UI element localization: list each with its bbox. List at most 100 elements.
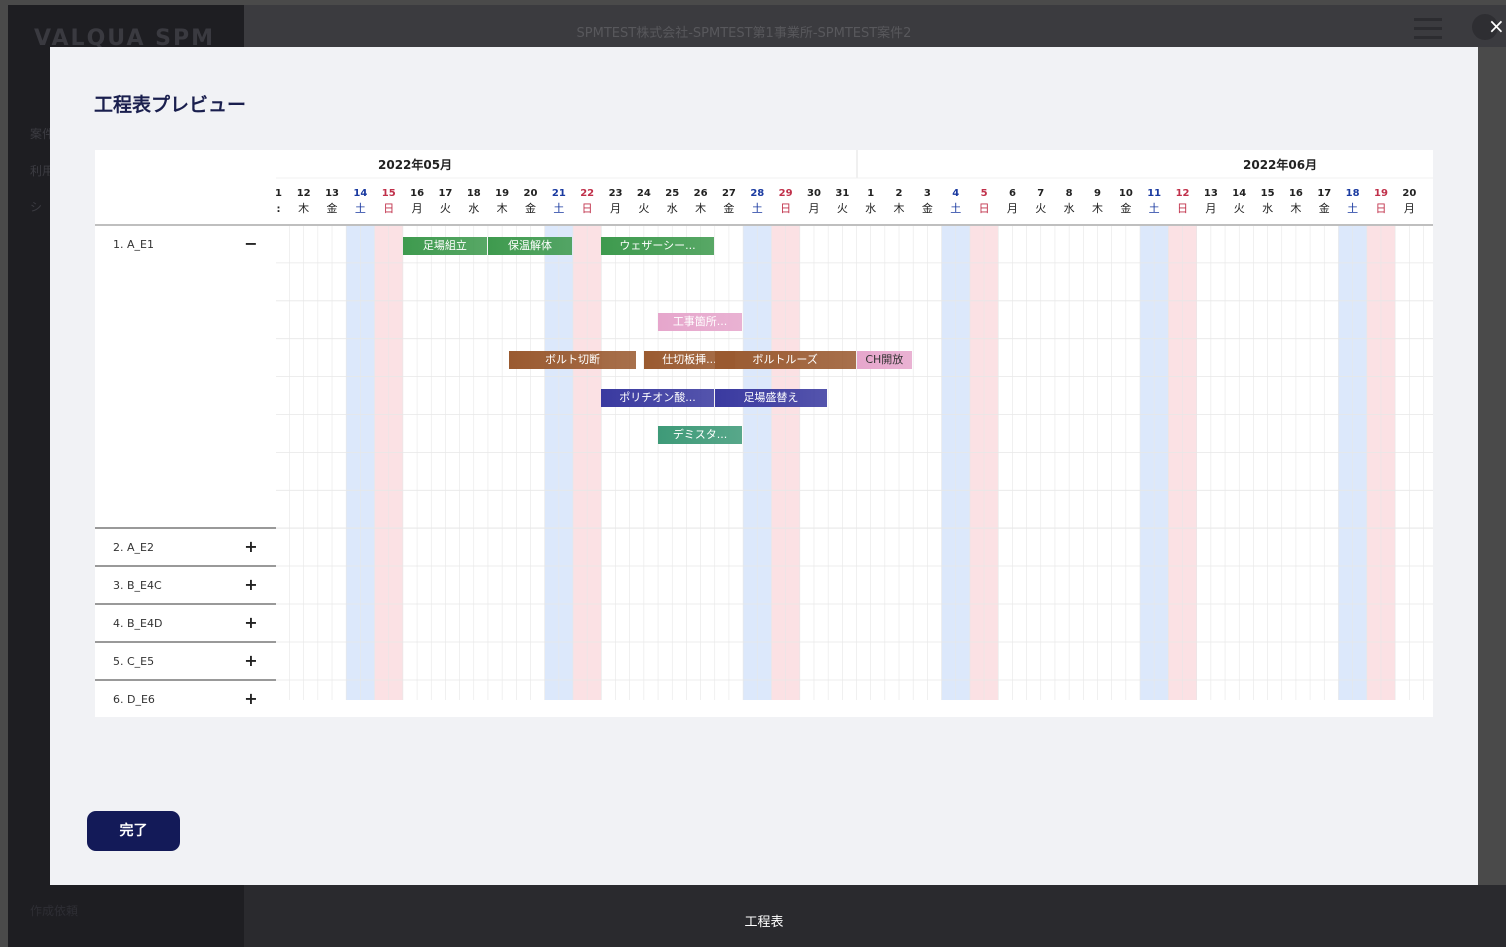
expand-toggle-icon[interactable]: + — [243, 613, 259, 632]
day-number: 30 — [807, 188, 821, 199]
weekday-label: 月 — [1007, 202, 1018, 215]
weekday-label: 金 — [1120, 201, 1131, 215]
day-number: 1 — [275, 188, 282, 199]
hamburger-menu-icon — [1414, 18, 1442, 40]
task-bar[interactable]: 保温解体 — [487, 236, 572, 255]
day-number: 20 — [524, 188, 538, 199]
weekday-label: 月 — [610, 202, 621, 215]
day-number: 7 — [1037, 188, 1044, 199]
task-bar[interactable]: 足場組立 — [402, 236, 487, 255]
day-number: 10 — [1119, 188, 1133, 199]
group-label: 1. A_E1 — [113, 238, 154, 251]
collapse-toggle-icon[interactable]: − — [243, 234, 259, 253]
weekday-label: : — [277, 204, 281, 215]
group-label: 5. C_E5 — [113, 655, 155, 668]
schedule-preview-modal: 工程表プレビュー 1:12 木 13 金 14 土 15 日 16 月 17 火 18 水 19 木 20 金 21… — [50, 47, 1478, 885]
header-title: SPMTEST株式会社-SPMTEST第1事業所-SPMTEST案件2 — [576, 26, 912, 41]
day-number: 11 — [1147, 188, 1161, 199]
weekday-label: 土 — [1149, 202, 1160, 215]
weekday-label: 月 — [1404, 202, 1415, 215]
weekday-label: 木 — [298, 202, 309, 215]
weekday-label: 木 — [894, 202, 905, 215]
task-bar[interactable]: ウェザーシー... — [601, 236, 714, 255]
day-number: 3 — [924, 188, 931, 199]
group-label: 4. B_E4D — [113, 617, 163, 630]
month-label: 2022年06月 — [1243, 158, 1318, 172]
day-number: 13 — [325, 188, 339, 199]
group-label: 2. A_E2 — [113, 541, 154, 554]
weekday-label: 金 — [525, 201, 536, 215]
close-icon[interactable]: × — [1488, 14, 1506, 38]
day-number: 16 — [1289, 188, 1303, 199]
day-number: 2 — [896, 188, 903, 199]
weekday-label: 火 — [837, 202, 848, 215]
day-number: 26 — [694, 188, 708, 199]
day-number: 15 — [1261, 188, 1275, 199]
done-button[interactable]: 完了 — [87, 811, 180, 851]
weekday-label: 土 — [950, 202, 961, 215]
day-number: 31 — [835, 188, 849, 199]
day-number: 14 — [1232, 188, 1246, 199]
day-number: 13 — [1204, 188, 1218, 199]
task-bar[interactable]: 工事箇所... — [658, 312, 743, 331]
day-number: 24 — [637, 188, 651, 199]
day-number: 9 — [1094, 188, 1101, 199]
day-number: 1 — [867, 188, 874, 199]
weekday-label: 金 — [1319, 201, 1330, 215]
weekday-label: 土 — [752, 202, 763, 215]
gantt-grid: 1:12木13金14土15日16月17火18水19木20金21土22日23月24… — [95, 150, 1433, 700]
day-number: 15 — [382, 188, 396, 199]
weekday-label: 日 — [780, 202, 791, 215]
task-bar[interactable]: ポリチオン酸... — [601, 388, 714, 407]
expand-toggle-icon[interactable]: + — [243, 689, 259, 708]
footer-tab-schedule[interactable]: 工程表 — [244, 911, 1284, 930]
weekday-label: 日 — [1177, 202, 1188, 215]
weekday-label: 月 — [1205, 202, 1216, 215]
day-number: 14 — [353, 188, 367, 199]
weekday-label: 土 — [553, 202, 564, 215]
weekday-label: 金 — [327, 201, 338, 215]
day-number: 23 — [609, 188, 623, 199]
day-number: 28 — [750, 188, 764, 199]
sidebar-item-3: シ — [30, 200, 43, 214]
expand-toggle-icon[interactable]: + — [243, 575, 259, 594]
weekday-label: 日 — [383, 202, 394, 215]
month-label: 2022年05月 — [378, 158, 453, 172]
weekday-label: 金 — [922, 201, 933, 215]
day-number: 5 — [981, 188, 988, 199]
weekday-label: 水 — [667, 202, 678, 215]
weekday-label: 火 — [638, 202, 649, 215]
day-number: 29 — [779, 188, 793, 199]
day-number: 4 — [952, 188, 959, 199]
weekday-label: 水 — [865, 202, 876, 215]
day-number: 17 — [1317, 188, 1331, 199]
sidebar-bottom-item: 作成依頼 — [30, 904, 79, 918]
weekday-label: 木 — [695, 202, 706, 215]
weekday-label: 火 — [1234, 202, 1245, 215]
group-label: 6. D_E6 — [113, 693, 155, 706]
expand-toggle-icon[interactable]: + — [243, 651, 259, 670]
day-number: 18 — [1346, 188, 1360, 199]
weekday-label: 金 — [723, 201, 734, 215]
weekday-label: 木 — [1092, 202, 1103, 215]
day-number: 27 — [722, 188, 736, 199]
task-bar[interactable]: 足場盛替え — [714, 388, 828, 407]
task-bar[interactable]: デミスタ... — [658, 426, 743, 445]
weekday-label: 土 — [1347, 202, 1358, 215]
day-number: 12 — [297, 188, 311, 199]
day-number: 25 — [665, 188, 679, 199]
weekday-label: 土 — [355, 202, 366, 215]
day-number: 6 — [1009, 188, 1016, 199]
task-bar[interactable]: ボルト切断 — [509, 350, 636, 369]
weekday-label: 水 — [1064, 202, 1075, 215]
day-number: 18 — [467, 188, 481, 199]
group-label: 3. B_E4C — [113, 579, 162, 592]
expand-toggle-icon[interactable]: + — [243, 537, 259, 556]
day-number: 22 — [580, 188, 594, 199]
day-number: 12 — [1176, 188, 1190, 199]
task-bar[interactable]: ボルトルーズ — [714, 350, 856, 369]
task-bar[interactable]: CH開放 — [856, 350, 913, 369]
weekday-label: 月 — [808, 202, 819, 215]
day-number: 20 — [1402, 188, 1416, 199]
weekday-label: 木 — [497, 202, 508, 215]
